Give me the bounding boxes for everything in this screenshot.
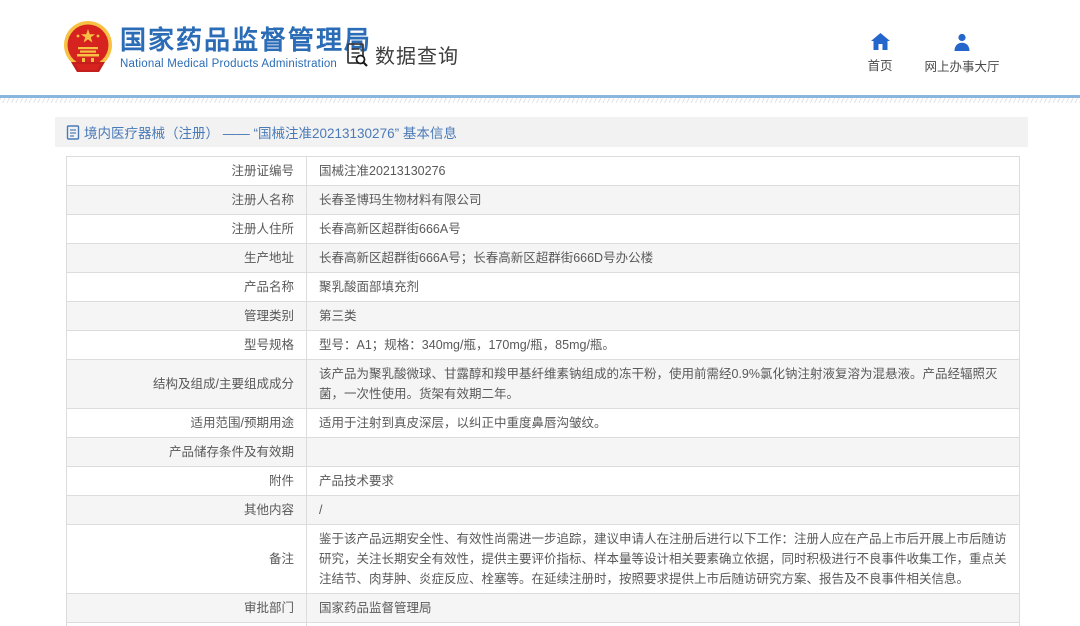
row-value: 2021-04-19	[307, 623, 1020, 626]
table-row: 注册人名称长春圣博玛生物材料有限公司	[67, 186, 1020, 215]
brand-title: 国家药品监督管理局	[120, 25, 372, 55]
nmpa-emblem-logo	[63, 20, 113, 76]
nav-home-label: 首页	[867, 55, 892, 74]
table-row: 生产地址长春高新区超群街666A号；长春高新区超群街666D号办公楼	[67, 244, 1020, 273]
row-label: 注册证编号	[67, 157, 307, 186]
row-value: 型号：A1；规格：340mg/瓶，170mg/瓶，85mg/瓶。	[307, 331, 1020, 360]
registration-info-table: 注册证编号国械注准20213130276注册人名称长春圣博玛生物材料有限公司注册…	[66, 156, 1020, 626]
row-label: 生产地址	[67, 244, 307, 273]
nav-hall-label: 网上办事大厅	[924, 56, 999, 75]
page-title: 境内医疗器械（注册） —— “国械注准20213130276” 基本信息	[84, 122, 457, 142]
table-row: 管理类别第三类	[67, 302, 1020, 331]
table-row: 注册证编号国械注准20213130276	[67, 157, 1020, 186]
nav-online-service-hall[interactable]: 网上办事大厅	[914, 33, 1010, 75]
brand-block: 国家药品监督管理局 National Medical Products Admi…	[120, 25, 372, 70]
row-value: 聚乳酸面部填充剂	[307, 273, 1020, 302]
table-row: 结构及组成/主要组成成分该产品为聚乳酸微球、甘露醇和羧甲基纤维素钠组成的冻干粉，…	[67, 360, 1020, 409]
row-label: 产品储存条件及有效期	[67, 438, 307, 467]
row-value: 该产品为聚乳酸微球、甘露醇和羧甲基纤维素钠组成的冻干粉，使用前需经0.9%氯化钠…	[307, 360, 1020, 409]
user-icon	[953, 33, 971, 51]
national-emblem-icon	[63, 20, 113, 76]
table-row: 其他内容/	[67, 496, 1020, 525]
row-value: /	[307, 496, 1020, 525]
table-row: 批准日期2021-04-19	[67, 623, 1020, 626]
row-value: 鉴于该产品远期安全性、有效性尚需进一步追踪，建议申请人在注册后进行以下工作：注册…	[307, 525, 1020, 594]
row-label: 管理类别	[67, 302, 307, 331]
table-row: 审批部门国家药品监督管理局	[67, 594, 1020, 623]
nav-home[interactable]: 首页	[862, 33, 898, 74]
row-label: 备注	[67, 525, 307, 594]
table-row: 注册人住所长春高新区超群街666A号	[67, 215, 1020, 244]
row-value: 国家药品监督管理局	[307, 594, 1020, 623]
table-row: 附件产品技术要求	[67, 467, 1020, 496]
data-query-section[interactable]: 数据查询	[344, 40, 459, 69]
brand-subtitle: National Medical Products Administration	[120, 58, 372, 70]
table-row: 产品储存条件及有效期	[67, 438, 1020, 467]
row-value	[307, 438, 1020, 467]
row-value: 适用于注射到真皮深层，以纠正中重度鼻唇沟皱纹。	[307, 409, 1020, 438]
row-value: 产品技术要求	[307, 467, 1020, 496]
row-value: 第三类	[307, 302, 1020, 331]
row-label: 适用范围/预期用途	[67, 409, 307, 438]
row-value: 长春高新区超群街666A号	[307, 215, 1020, 244]
row-label: 批准日期	[67, 623, 307, 626]
row-label: 注册人名称	[67, 186, 307, 215]
document-search-icon	[344, 42, 370, 68]
row-label: 附件	[67, 467, 307, 496]
home-icon	[871, 33, 890, 50]
table-row: 备注鉴于该产品远期安全性、有效性尚需进一步追踪，建议申请人在注册后进行以下工作：…	[67, 525, 1020, 594]
table-row: 产品名称聚乳酸面部填充剂	[67, 273, 1020, 302]
row-value: 长春圣博玛生物材料有限公司	[307, 186, 1020, 215]
row-label: 结构及组成/主要组成成分	[67, 360, 307, 409]
table-row: 适用范围/预期用途适用于注射到真皮深层，以纠正中重度鼻唇沟皱纹。	[67, 409, 1020, 438]
header-separator	[0, 95, 1080, 103]
document-icon	[66, 125, 80, 140]
table-row: 型号规格型号：A1；规格：340mg/瓶，170mg/瓶，85mg/瓶。	[67, 331, 1020, 360]
row-value: 国械注准20213130276	[307, 157, 1020, 186]
row-label: 注册人住所	[67, 215, 307, 244]
data-query-label: 数据查询	[375, 40, 459, 69]
row-label: 产品名称	[67, 273, 307, 302]
page-title-bar: 境内医疗器械（注册） —— “国械注准20213130276” 基本信息	[55, 117, 1028, 147]
row-label: 型号规格	[67, 331, 307, 360]
row-value: 长春高新区超群街666A号；长春高新区超群街666D号办公楼	[307, 244, 1020, 273]
row-label: 审批部门	[67, 594, 307, 623]
site-header: 国家药品监督管理局 National Medical Products Admi…	[0, 0, 1080, 95]
row-label: 其他内容	[67, 496, 307, 525]
